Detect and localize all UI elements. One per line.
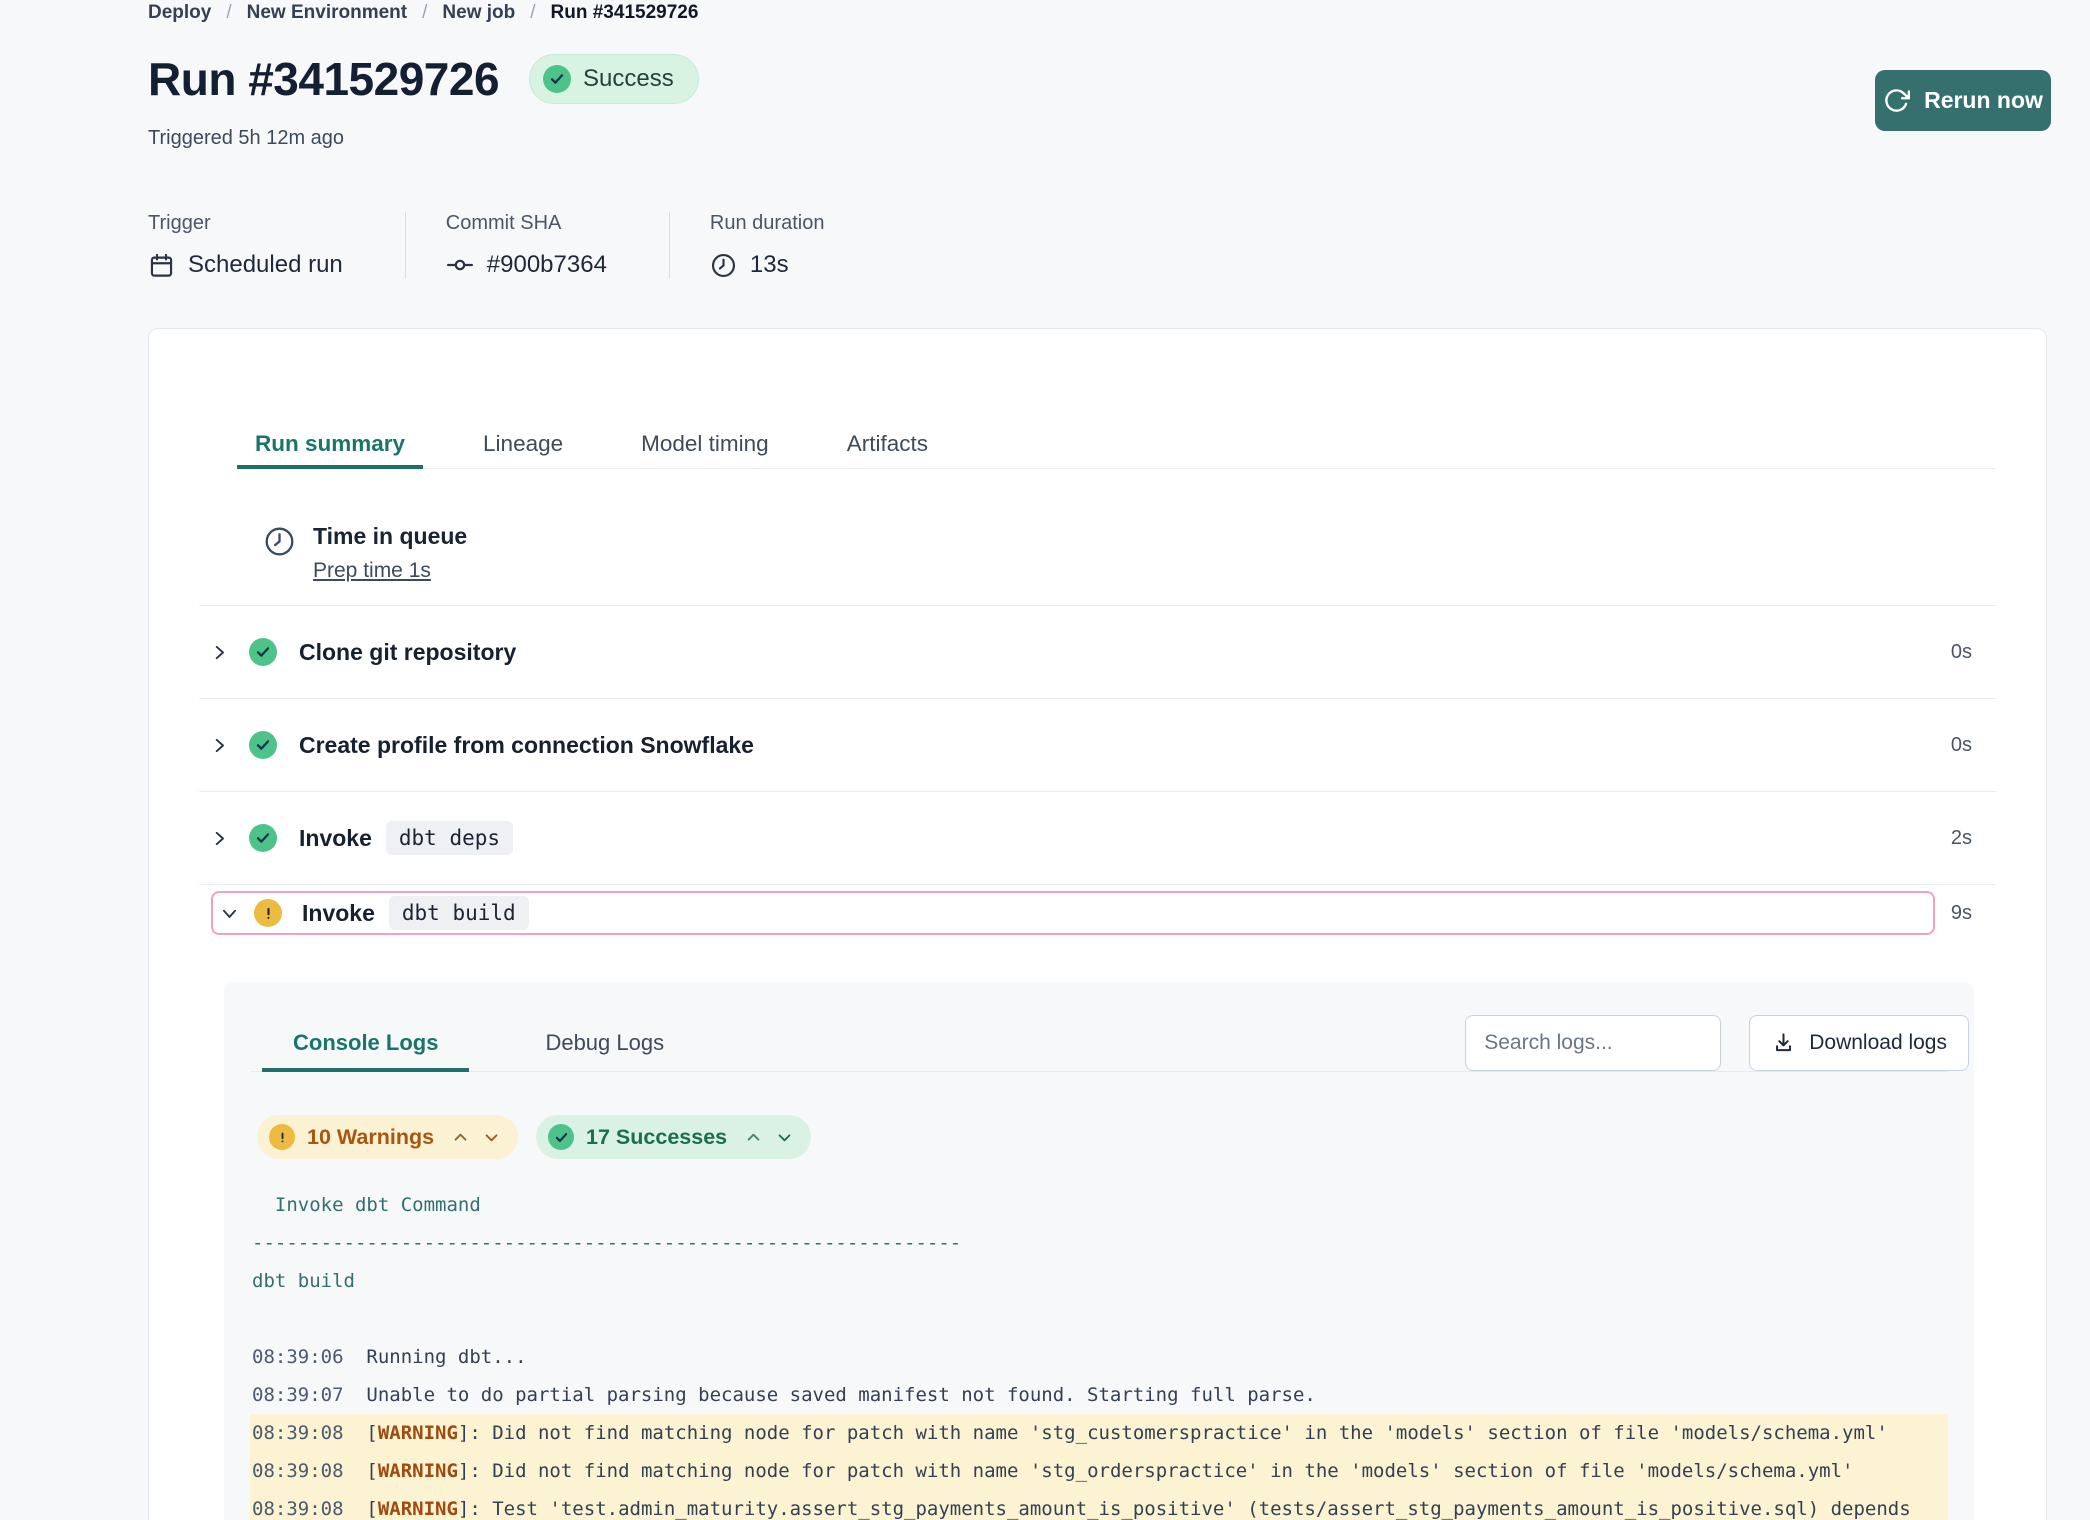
- chevron-right-icon[interactable]: [211, 737, 228, 754]
- step-name: Clone git repository: [299, 639, 516, 666]
- run-duration-label: Run duration: [710, 212, 825, 235]
- duration-info: Run duration 13s: [669, 212, 887, 279]
- run-duration-value: 13s: [750, 251, 789, 279]
- successes-badge: 17 Successes: [536, 1115, 811, 1159]
- breadcrumb: Deploy / New Environment / New job / Run…: [148, 2, 698, 24]
- chevron-right-icon[interactable]: [211, 644, 228, 661]
- time-in-queue-title: Time in queue: [313, 523, 467, 550]
- console-log-output: Invoke dbt Command ---------------------…: [250, 1186, 1948, 1520]
- step-create-profile[interactable]: Create profile from connection Snowflake…: [149, 699, 2046, 791]
- check-circle-icon: [249, 731, 277, 759]
- run-tabs: Run summary Lineage Model timing Artifac…: [237, 419, 1996, 469]
- step-command-chip: dbt build: [389, 896, 529, 930]
- log-line-warning: 08:39:08 [WARNING]: Did not find matchin…: [250, 1414, 1948, 1452]
- log-line-warning: 08:39:08 [WARNING]: Did not find matchin…: [250, 1452, 1948, 1490]
- chevron-down-icon[interactable]: [483, 1129, 500, 1146]
- step-duration: 9s: [1951, 891, 1972, 935]
- prep-time-link[interactable]: Prep time 1s: [313, 559, 431, 583]
- log-line: [250, 1300, 1948, 1338]
- download-logs-button[interactable]: Download logs: [1749, 1015, 1969, 1071]
- trigger-info: Trigger Scheduled run: [148, 212, 405, 279]
- commit-sha-label: Commit SHA: [446, 212, 607, 235]
- successes-count: 17 Successes: [586, 1125, 727, 1150]
- breadcrumb-separator: /: [226, 2, 231, 24]
- tab-lineage[interactable]: Lineage: [465, 419, 581, 469]
- step-command-chip: dbt deps: [386, 821, 513, 855]
- step-name: Invoke: [299, 825, 372, 852]
- log-line: ----------------------------------------…: [250, 1224, 1948, 1262]
- breadcrumb-separator: /: [422, 2, 427, 24]
- warnings-count: 10 Warnings: [307, 1125, 434, 1150]
- commit-info: Commit SHA #900b7364: [405, 212, 669, 279]
- success-check-icon: [548, 1124, 574, 1150]
- breadcrumb-current-run: Run #341529726: [551, 2, 699, 24]
- tab-artifacts[interactable]: Artifacts: [829, 419, 946, 469]
- chevron-up-icon[interactable]: [452, 1129, 469, 1146]
- run-info-row: Trigger Scheduled run Commit SHA #900b73…: [148, 212, 886, 279]
- chevron-down-icon[interactable]: [221, 905, 238, 922]
- page-title: Run #341529726: [148, 52, 499, 106]
- step-duration: 0s: [1951, 734, 1972, 757]
- breadcrumb-new-environment[interactable]: New Environment: [247, 2, 407, 24]
- warning-icon: [269, 1124, 295, 1150]
- clock-icon: [263, 525, 296, 605]
- check-circle-icon: [249, 638, 277, 666]
- tab-console-logs[interactable]: Console Logs: [262, 1014, 469, 1072]
- rerun-now-button[interactable]: Rerun now: [1875, 70, 2051, 131]
- log-panel: Console Logs Debug Logs Download logs: [224, 982, 1974, 1520]
- triggered-timestamp: Triggered 5h 12m ago: [148, 127, 344, 150]
- trigger-value: Scheduled run: [188, 251, 343, 279]
- log-tabs: Console Logs Debug Logs: [250, 1014, 695, 1072]
- commit-sha-value: #900b7364: [487, 251, 607, 279]
- tab-debug-logs[interactable]: Debug Logs: [514, 1014, 695, 1072]
- step-name: Invoke: [302, 900, 375, 927]
- git-commit-icon: [446, 251, 474, 279]
- chevron-down-icon[interactable]: [776, 1129, 793, 1146]
- log-line: 08:39:06 Running dbt...: [250, 1338, 1948, 1376]
- log-line: Invoke dbt Command: [250, 1186, 1948, 1224]
- run-summary-card: Run summary Lineage Model timing Artifac…: [148, 328, 2047, 1520]
- step-clone-git-repository[interactable]: Clone git repository 0s: [149, 606, 2046, 698]
- log-line-warning: 08:39:08 [WARNING]: Test 'test.admin_mat…: [250, 1490, 1948, 1520]
- trigger-label: Trigger: [148, 212, 343, 235]
- log-line: dbt build: [250, 1262, 1948, 1300]
- status-badge: Success: [529, 54, 699, 104]
- breadcrumb-new-job[interactable]: New job: [442, 2, 515, 24]
- step-invoke-dbt-deps[interactable]: Invoke dbt deps 2s: [149, 792, 2046, 884]
- step-name: Create profile from connection Snowflake: [299, 732, 754, 759]
- breadcrumb-deploy[interactable]: Deploy: [148, 2, 211, 24]
- search-logs-input[interactable]: [1465, 1015, 1721, 1071]
- log-line: 08:39:07 Unable to do partial parsing be…: [250, 1376, 1948, 1414]
- time-in-queue-section: Time in queue Prep time 1s: [149, 469, 2046, 605]
- step-invoke-dbt-build[interactable]: Invoke dbt build: [211, 891, 1935, 935]
- step-duration: 2s: [1951, 827, 1972, 850]
- step-duration: 0s: [1951, 641, 1972, 664]
- breadcrumb-separator: /: [530, 2, 535, 24]
- status-badge-label: Success: [583, 65, 674, 93]
- calendar-icon: [148, 252, 175, 279]
- refresh-icon: [1883, 87, 1910, 114]
- check-circle-icon: [249, 824, 277, 852]
- tab-model-timing[interactable]: Model timing: [623, 419, 787, 469]
- warning-icon: [254, 899, 282, 927]
- success-check-icon: [543, 65, 571, 93]
- download-icon: [1771, 1031, 1796, 1056]
- chevron-up-icon[interactable]: [745, 1129, 762, 1146]
- warnings-badge: 10 Warnings: [257, 1115, 518, 1159]
- tab-run-summary[interactable]: Run summary: [237, 419, 423, 469]
- chevron-right-icon[interactable]: [211, 830, 228, 847]
- clock-icon: [710, 252, 737, 279]
